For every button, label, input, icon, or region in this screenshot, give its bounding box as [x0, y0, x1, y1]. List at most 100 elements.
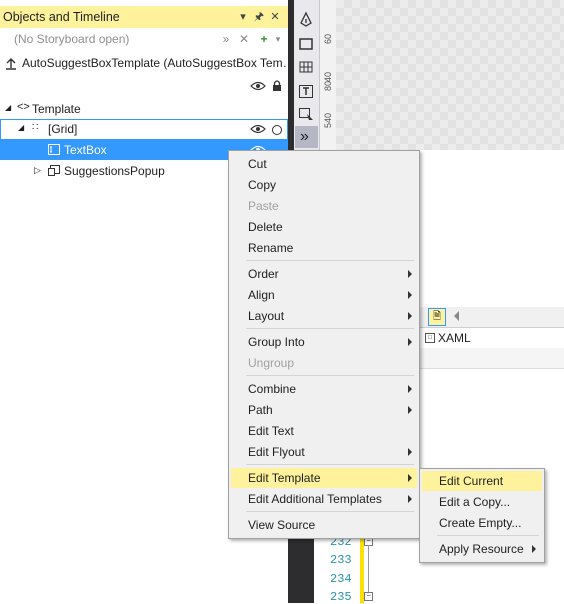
submenu-arrow-icon — [408, 291, 412, 299]
ruler-tick: 80 — [323, 80, 333, 91]
submenu-arrow-icon — [408, 270, 412, 278]
lock-icon[interactable] — [272, 79, 282, 92]
menu-item-edit-flyout[interactable]: Edit Flyout — [231, 442, 417, 462]
menu-label: Order — [248, 267, 279, 281]
panel-title-bar: Objects and Timeline ▾ 🖈 ✕ — [0, 6, 288, 28]
tree-label-grid: [Grid] — [48, 122, 78, 136]
submenu-arrow-icon — [408, 338, 412, 346]
storyboard-selector[interactable]: (No Storyboard open) — [14, 32, 129, 46]
xaml-file-icon: □ — [425, 333, 435, 343]
menu-item-edit-text[interactable]: Edit Text — [231, 421, 417, 441]
menu-label: Ungroup — [248, 356, 295, 370]
menu-separator — [246, 375, 414, 376]
lock-toggle-icon[interactable] — [272, 125, 282, 135]
tree-label-suggestions-popup: SuggestionsPopup — [64, 164, 165, 178]
submenu-item-apply-resource[interactable]: Apply Resource — [422, 539, 542, 559]
ruler-tick: 60 — [323, 33, 333, 44]
menu-label: Edit a Copy... — [439, 495, 511, 509]
menu-label: Copy — [248, 178, 277, 192]
collapse-chevrons-icon[interactable]: » — [218, 31, 234, 47]
menu-item-layout[interactable]: Layout — [231, 306, 417, 326]
collapsed-triangle-icon[interactable]: ▷ — [34, 165, 41, 176]
collapse-region-icon[interactable]: − — [364, 592, 373, 601]
menu-item-cut[interactable]: Cut — [231, 154, 417, 174]
menu-separator — [246, 511, 414, 512]
close-storyboard-icon[interactable]: ✕ — [236, 31, 252, 47]
pen-tool-icon[interactable] — [297, 10, 316, 29]
menu-item-rename[interactable]: Rename — [231, 238, 417, 258]
menu-label: Rename — [248, 241, 294, 255]
tree-label-textbox: TextBox — [64, 143, 107, 157]
menu-label: Path — [248, 403, 273, 417]
popup-icon — [48, 165, 60, 176]
submenu-arrow-icon — [408, 312, 412, 320]
line-number: 233 — [330, 553, 352, 567]
submenu-item-edit-a-copy[interactable]: Edit a Copy... — [422, 492, 542, 512]
menu-item-paste: Paste — [231, 196, 417, 216]
menu-item-edit-template[interactable]: Edit Template — [231, 468, 417, 488]
panel-title: Objects and Timeline — [3, 10, 120, 24]
xaml-tab-label: XAML — [438, 331, 471, 345]
template-scope-label: AutoSuggestBoxTemplate (AutoSuggestBox T… — [22, 56, 288, 70]
vertical-ruler: 60 40 80 540 — [320, 0, 337, 150]
menu-item-view-source[interactable]: View Source — [231, 515, 417, 535]
menu-item-combine[interactable]: Combine — [231, 379, 417, 399]
eye-icon[interactable] — [250, 123, 266, 135]
menu-item-order[interactable]: Order — [231, 264, 417, 284]
pin-icon[interactable]: 🖈 — [252, 9, 266, 25]
menu-label: Edit Template — [248, 471, 321, 485]
menu-label: Edit Additional Templates — [248, 492, 382, 506]
menu-label: Group Into — [248, 335, 305, 349]
menu-label: Paste — [248, 199, 279, 213]
scope-up-icon[interactable] — [4, 57, 18, 71]
submenu-arrow-icon — [408, 474, 412, 482]
code-view-icon[interactable]: 🗎 — [428, 308, 446, 326]
expand-triangle-icon[interactable]: ◢ — [5, 103, 11, 112]
storyboard-options-icon[interactable]: ▾ — [270, 31, 286, 47]
menu-label: View Source — [248, 518, 316, 532]
rectangle-tool-icon[interactable] — [297, 35, 316, 54]
menu-item-delete[interactable]: Delete — [231, 217, 417, 237]
scroll-left-icon[interactable] — [454, 311, 459, 321]
menu-item-copy[interactable]: Copy — [231, 175, 417, 195]
ruler-tick: 540 — [323, 112, 333, 128]
menu-item-group-into[interactable]: Group Into — [231, 332, 417, 352]
grid-tool-icon[interactable] — [297, 58, 316, 77]
menu-label: Apply Resource — [439, 542, 524, 556]
submenu-arrow-icon — [532, 545, 536, 553]
menu-separator — [246, 464, 414, 465]
panel-menu-dropdown-icon[interactable]: ▾ — [236, 9, 250, 25]
edit-template-submenu: Edit Current Edit a Copy... Create Empty… — [419, 468, 545, 563]
menu-label: Delete — [248, 220, 283, 234]
menu-item-align[interactable]: Align — [231, 285, 417, 305]
menu-item-ungroup: Ungroup — [231, 353, 417, 373]
menu-label: Cut — [248, 157, 267, 171]
eye-icon[interactable] — [250, 80, 266, 92]
submenu-item-create-empty[interactable]: Create Empty... — [422, 513, 542, 533]
text-tool-icon[interactable] — [297, 82, 316, 101]
close-icon[interactable]: ✕ — [268, 9, 282, 25]
more-tools-chevron[interactable]: » — [295, 126, 318, 148]
designer-lower-area — [414, 150, 564, 307]
outline-guide — [368, 545, 369, 592]
expand-triangle-icon[interactable]: ◢ — [18, 123, 24, 132]
submenu-arrow-icon — [408, 385, 412, 393]
control-tool-icon[interactable] — [297, 105, 316, 124]
tree-label-template: Template — [32, 102, 81, 116]
grid-focus-outline — [0, 119, 288, 140]
submenu-item-edit-current[interactable]: Edit Current — [422, 471, 542, 491]
template-scope-row[interactable]: AutoSuggestBoxTemplate (AutoSuggestBox T… — [0, 54, 288, 74]
menu-item-edit-additional-templates[interactable]: Edit Additional Templates — [231, 489, 417, 509]
textbox-icon — [48, 144, 60, 155]
tree-item-template[interactable]: ◢ <> Template — [0, 99, 288, 119]
xaml-tab[interactable]: □ XAML — [420, 328, 564, 348]
menu-item-path[interactable]: Path — [231, 400, 417, 420]
menu-label: Create Empty... — [439, 516, 522, 530]
design-canvas[interactable] — [336, 0, 564, 150]
menu-label: Layout — [248, 309, 285, 323]
submenu-arrow-icon — [408, 406, 412, 414]
view-switch-bar: 🗎 — [420, 307, 564, 328]
menu-label: Combine — [248, 382, 297, 396]
tree-item-grid[interactable]: ◢ ∷ [Grid] — [0, 119, 288, 140]
menu-label: Align — [248, 288, 275, 302]
